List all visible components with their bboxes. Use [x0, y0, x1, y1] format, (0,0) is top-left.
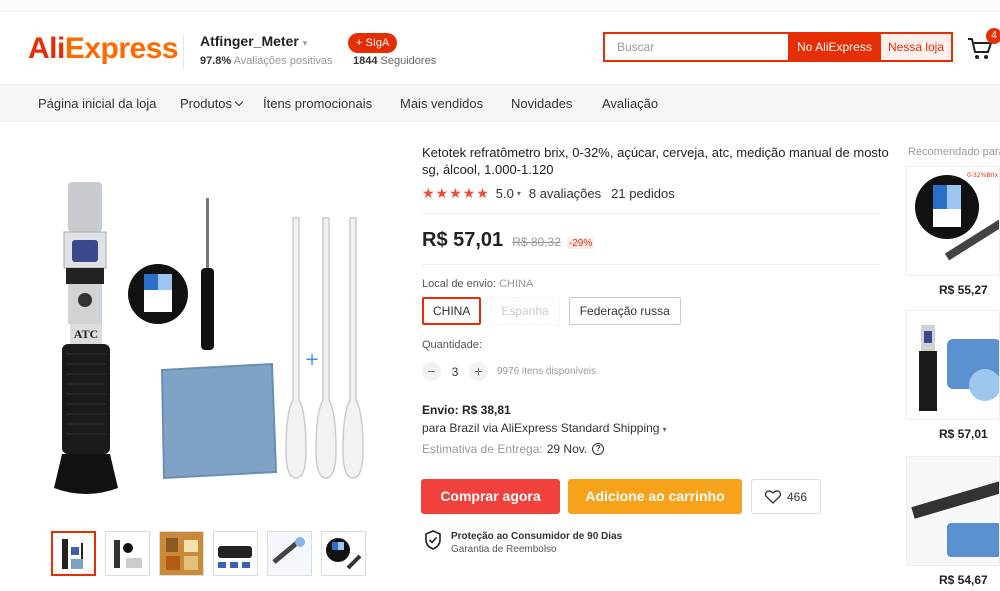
- thumbnail-2[interactable]: [105, 531, 150, 576]
- thumbnail-4[interactable]: [213, 531, 258, 576]
- current-price: R$ 57,01: [422, 229, 504, 251]
- store-followers: 1844 Seguidores: [353, 55, 437, 67]
- quantity-label: Quantidade:: [422, 339, 482, 351]
- header: AliExpress Atfinger_Meter ▾ 97.8% Avaliaç…: [0, 12, 1000, 84]
- ship-option-china[interactable]: CHINA: [422, 297, 482, 325]
- follow-button[interactable]: + SIgA: [348, 33, 398, 53]
- recommended-price: R$ 54,67: [939, 573, 988, 587]
- header-divider: [183, 34, 184, 70]
- search-input[interactable]: [605, 34, 788, 60]
- quantity-value[interactable]: 3: [441, 365, 469, 379]
- ship-option-russia[interactable]: Federação russa: [568, 297, 681, 325]
- search-bar: No AliExpress Nessa loja: [603, 32, 953, 62]
- divider: [422, 264, 880, 265]
- screwdriver-image: [201, 198, 214, 350]
- store-name[interactable]: Atfinger_Meter ▾: [200, 33, 307, 49]
- help-icon[interactable]: ?: [592, 443, 605, 455]
- wishlist-count: 466: [786, 489, 808, 504]
- cart-button[interactable]: 4: [966, 28, 1000, 64]
- price-row: R$ 57,01 R$ 80,32 -29%: [422, 229, 595, 252]
- wishlist-button[interactable]: 466: [751, 479, 821, 514]
- rating-row: ★★★★★ 5.0 ▾ 8 avaliações 21 pedidos: [422, 185, 675, 202]
- pipettes-image: [285, 217, 364, 479]
- orders-count: 21 pedidos: [611, 186, 675, 201]
- quantity-stepper: − 3 + 9976 itens disponíveis: [422, 362, 596, 381]
- scale-view-image: [128, 264, 188, 324]
- top-strip: [0, 0, 1000, 12]
- nav-item-bestsellers[interactable]: Mais vendidos: [400, 96, 483, 111]
- cart-count-badge: 4: [986, 28, 1000, 44]
- thumbnail-strip: [51, 531, 366, 576]
- svg-text:ATC: ATC: [74, 327, 98, 341]
- chevron-down-icon: ▾: [302, 38, 308, 48]
- nav-item-home[interactable]: Página inicial da loja: [38, 96, 157, 111]
- recommended-item[interactable]: R$ 54,67: [906, 456, 1000, 587]
- recommended-image: [906, 456, 1000, 566]
- buyer-protection: Proteção ao Consumidor de 90 Dias Garant…: [424, 530, 622, 556]
- buy-now-button[interactable]: Comprar agora: [421, 479, 560, 514]
- protection-title: Proteção ao Consumidor de 90 Dias: [451, 531, 623, 542]
- refractometer-image: ATC: [54, 182, 118, 494]
- discount-badge: -29%: [566, 238, 595, 249]
- thumbnail-3[interactable]: [159, 531, 204, 576]
- recommended-image: 0-32%Brix: [906, 166, 1000, 276]
- product-title: Ketotek refratômetro brix, 0-32%, açúcar…: [422, 145, 889, 177]
- product-main-image[interactable]: ATC +: [40, 150, 380, 510]
- shipping-price: Envio: R$ 38,81: [422, 403, 511, 417]
- quantity-available: 9976 itens disponíveis: [497, 366, 596, 377]
- recommended-item[interactable]: 0-32%Brix R$ 55,27: [906, 166, 1000, 297]
- thumbnail-6[interactable]: [321, 531, 366, 576]
- nav-item-products[interactable]: Produtos: [180, 96, 244, 111]
- rating-score[interactable]: 5.0: [496, 186, 514, 201]
- rating-stars: ★★★★★: [422, 185, 490, 201]
- ship-option-spain: Espanha: [490, 297, 560, 325]
- thumbnail-1[interactable]: [51, 531, 96, 576]
- store-nav: Página inicial da loja Produtos Ítens pr…: [0, 84, 1000, 122]
- nav-item-reviews[interactable]: Avaliação: [602, 96, 658, 111]
- heart-icon: [764, 489, 781, 504]
- recommended-item[interactable]: R$ 57,01: [906, 310, 1000, 441]
- ship-from-options: CHINA Espanha Federação russa: [422, 297, 681, 325]
- store-rating: 97.8% Avaliações positivas: [200, 55, 333, 67]
- thumbnail-5[interactable]: [267, 531, 312, 576]
- plus-icon: +: [304, 349, 319, 370]
- protection-subtitle: Garantia de Reembolso: [451, 544, 557, 555]
- recommended-price: R$ 57,01: [939, 427, 988, 441]
- reviews-link[interactable]: 8 avaliações: [529, 186, 601, 201]
- divider: [422, 213, 880, 214]
- nav-item-promotions[interactable]: Ítens promocionais: [263, 96, 372, 111]
- cleaning-cloth-image: [160, 362, 278, 480]
- svg-text:0-32%Brix: 0-32%Brix: [967, 172, 999, 179]
- original-price: R$ 80,32: [512, 235, 561, 249]
- search-store-button[interactable]: Nessa loja: [881, 34, 951, 60]
- aliexpress-logo[interactable]: AliExpress: [28, 32, 179, 66]
- chevron-down-icon: [234, 97, 244, 107]
- shield-icon: [425, 530, 441, 550]
- delivery-estimate: Estimativa de Entrega: 29 Nov. ?: [422, 442, 605, 456]
- search-aliexpress-button[interactable]: No AliExpress: [788, 34, 881, 60]
- nav-item-new[interactable]: Novidades: [511, 96, 572, 111]
- chevron-down-icon: ▾: [516, 189, 521, 198]
- recommended-image: [906, 310, 1000, 420]
- add-to-cart-button[interactable]: Adicione ao carrinho: [568, 479, 742, 514]
- recommended-price: R$ 55,27: [939, 283, 988, 297]
- shipping-method[interactable]: para Brazil via AliExpress Standard Ship…: [422, 421, 666, 435]
- quantity-increase-button[interactable]: +: [469, 362, 488, 381]
- ship-from-label: Local de envio: CHINA: [422, 278, 534, 290]
- chevron-down-icon: ▾: [662, 425, 667, 434]
- recommended-title: Recomendado para você: [908, 146, 1000, 158]
- quantity-decrease-button[interactable]: −: [422, 362, 441, 381]
